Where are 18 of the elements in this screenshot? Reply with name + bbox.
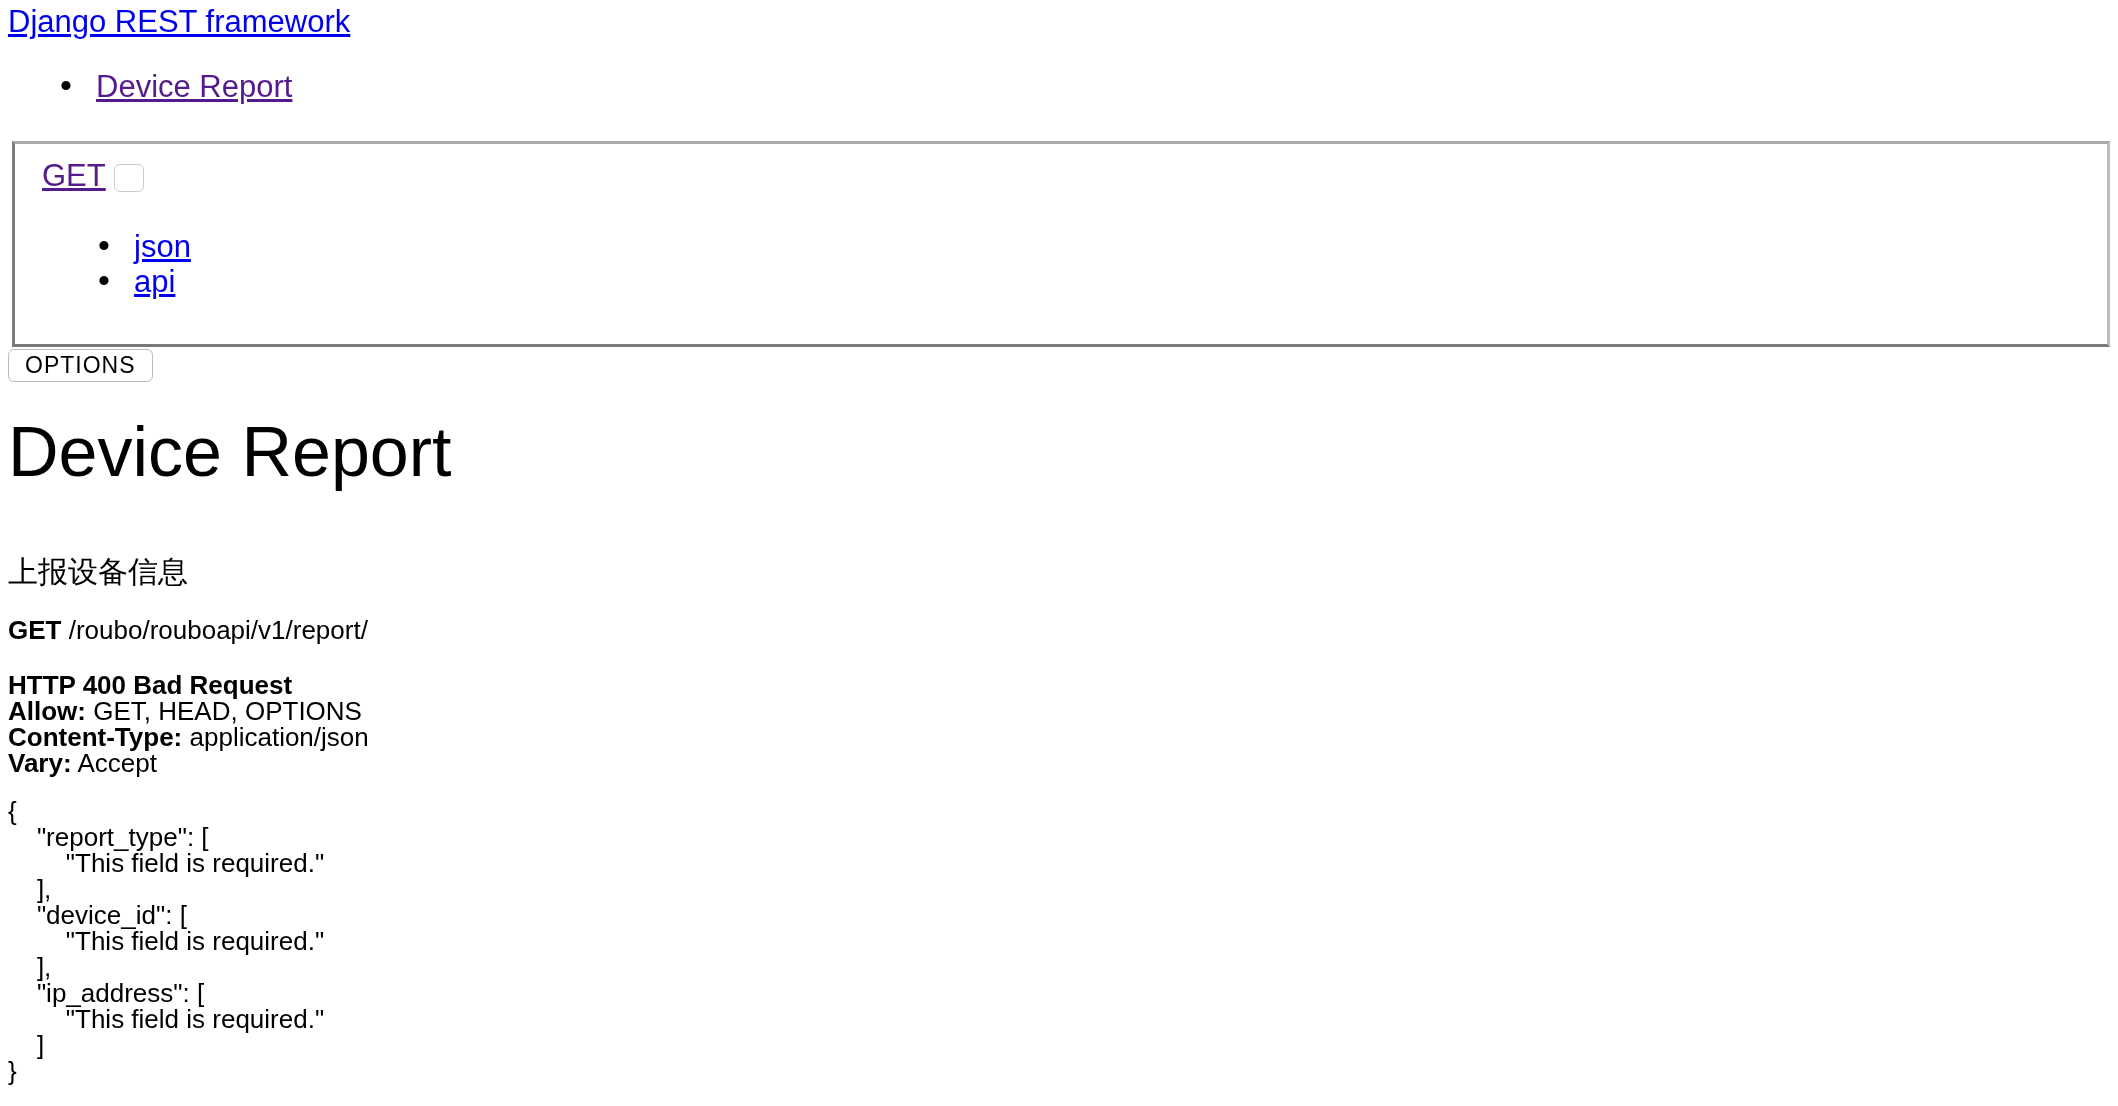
options-button[interactable]: OPTIONS bbox=[8, 349, 153, 382]
bullet: • bbox=[60, 68, 73, 102]
request-path: /roubo/rouboapi/v1/report/ bbox=[68, 615, 368, 645]
description: 上报设备信息 bbox=[8, 554, 189, 590]
dropdown-button[interactable] bbox=[113, 164, 144, 192]
response-status: HTTP 400 Bad Request bbox=[8, 672, 294, 698]
format-link[interactable]: json bbox=[134, 230, 191, 263]
bullet: • bbox=[98, 263, 111, 297]
request-method: GET bbox=[8, 615, 62, 645]
brand-link[interactable]: Django REST framework bbox=[8, 4, 351, 40]
format-link[interactable]: api bbox=[134, 265, 176, 298]
header-name: Allow: bbox=[8, 696, 86, 726]
response-body: { "report_type": [ "This field is required." ], "device_id": [ "This field is required." ], "ip_address": [ "This field is required." ] } bbox=[8, 798, 326, 1084]
breadcrumb-link[interactable]: Device Report bbox=[96, 69, 293, 105]
get-link[interactable]: GET bbox=[42, 158, 106, 194]
page-title: Device Report bbox=[8, 412, 453, 492]
header-name: Vary: bbox=[8, 748, 72, 778]
bullet: • bbox=[98, 228, 111, 262]
